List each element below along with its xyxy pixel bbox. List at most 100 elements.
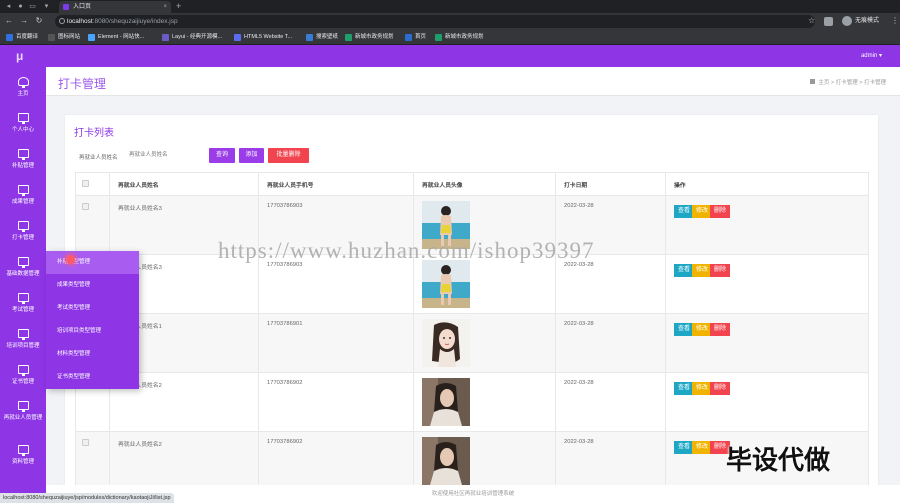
- sidebar-item-label: 再就业人员管理: [3, 415, 43, 421]
- url-host: localhost: [67, 18, 93, 25]
- sidebar-item-label: 成果管理: [11, 199, 34, 205]
- bookmark-item[interactable]: Element - 网站快...: [88, 30, 144, 45]
- edit-button[interactable]: 修改: [692, 323, 713, 336]
- sidebar-item-basic-data[interactable]: 基础数据管理: [0, 251, 46, 287]
- monitor-icon: [17, 401, 29, 412]
- footer: 欢迎使用社区再就业培训管理系统: [46, 485, 900, 503]
- row-checkbox[interactable]: [82, 203, 89, 210]
- table-row: 再就业人员姓名2 17703786902 2022-03-28 查看 修改 删除: [75, 372, 869, 432]
- sidebar-item-checkin[interactable]: 打卡管理: [0, 215, 46, 251]
- bookmark-star-icon[interactable]: ☆: [808, 16, 815, 25]
- bookmark-item[interactable]: 百度翻译: [6, 30, 38, 45]
- bookmark-item[interactable]: Layui - 经典开源模...: [162, 30, 222, 45]
- batch-delete-button[interactable]: 批量删除: [268, 148, 309, 163]
- sidebar-item-certificate[interactable]: 证书管理: [0, 359, 46, 395]
- edit-button[interactable]: 修改: [692, 382, 713, 395]
- bookmark-label: 百度翻译: [16, 34, 39, 40]
- monitor-icon: [17, 365, 29, 376]
- submenu-material-type[interactable]: 材料类型管理: [46, 343, 139, 366]
- delete-button[interactable]: 删除: [710, 323, 731, 336]
- breadcrumb-section[interactable]: 打卡管理: [836, 80, 858, 86]
- sidebar-item-training[interactable]: 培训项目管理: [0, 323, 46, 359]
- delete-button[interactable]: 删除: [710, 264, 731, 277]
- add-button[interactable]: 添加: [239, 148, 264, 163]
- forward-icon[interactable]: →: [19, 16, 29, 26]
- monitor-icon: [17, 221, 29, 232]
- search-input[interactable]: [129, 148, 203, 162]
- bookmark-item[interactable]: HTML5 Website T...: [234, 30, 292, 45]
- bookmark-label: 图标网站: [58, 34, 81, 40]
- sidebar-item-home[interactable]: 主页: [0, 71, 46, 107]
- row-checkbox[interactable]: [82, 439, 89, 446]
- actions-cell: 查看 修改 删除: [665, 372, 869, 432]
- delete-button[interactable]: 删除: [710, 205, 731, 218]
- column-header: 再就业人员姓名: [109, 172, 259, 196]
- view-button[interactable]: 查看: [674, 264, 695, 277]
- avatar-cell: [413, 372, 556, 432]
- bookmark-item[interactable]: 首页: [405, 30, 426, 45]
- sidebar-item-results[interactable]: 成果管理: [0, 179, 46, 215]
- window-menu-icon[interactable]: ◂: [4, 2, 13, 11]
- checkin-table: 再就业人员姓名 再就业人员手机号 再就业人员头像 打卡日期 操作 再就业人员姓名…: [75, 172, 869, 485]
- edit-button[interactable]: 修改: [692, 264, 713, 277]
- sidebar-item-profile[interactable]: 个人中心: [0, 107, 46, 143]
- delete-button[interactable]: 删除: [710, 382, 731, 395]
- profile-icon[interactable]: ●: [16, 2, 25, 11]
- reload-icon[interactable]: ↻: [34, 16, 44, 26]
- sidebar-item-label: 资料管理: [11, 459, 34, 465]
- query-button[interactable]: 查询: [209, 148, 235, 163]
- edit-button[interactable]: 修改: [692, 205, 713, 218]
- breadcrumb-current: 打卡管理: [863, 80, 886, 86]
- tab-search-icon[interactable]: ▭: [28, 2, 37, 11]
- monitor-icon: [17, 149, 29, 160]
- submenu-certificate-type[interactable]: 证书类型管理: [46, 366, 139, 389]
- edit-button[interactable]: 修改: [692, 441, 713, 454]
- bookmark-icon: [345, 34, 352, 41]
- browser-tab[interactable]: 入口页 ×: [59, 1, 171, 13]
- close-tab-icon[interactable]: ×: [163, 1, 167, 13]
- bookmark-icon: [48, 34, 55, 41]
- submenu-subsidy-type[interactable]: 补贴类型管理: [46, 251, 139, 274]
- view-button[interactable]: 查看: [674, 382, 695, 395]
- browser-menu-icon[interactable]: ⋮: [891, 16, 899, 25]
- bookmark-icon: [435, 34, 442, 41]
- new-tab-icon[interactable]: +: [176, 0, 181, 12]
- sidebar-item-label: 主页: [17, 91, 29, 97]
- card-title: 打卡列表: [74, 128, 114, 139]
- back-icon[interactable]: ←: [4, 16, 14, 26]
- column-header: 再就业人员头像: [413, 172, 556, 196]
- tab-favicon-icon: [63, 4, 69, 10]
- tab-list-icon[interactable]: ▾: [42, 2, 51, 11]
- sidebar-item-label: 基础数据管理: [6, 271, 40, 277]
- sidebar-item-materials[interactable]: 资料管理: [0, 439, 46, 475]
- sidebar-item-exam[interactable]: 考试管理: [0, 287, 46, 323]
- address-bar[interactable]: localhost:8080/shequzaijiuye/index.jsp: [55, 15, 815, 28]
- submenu-result-type[interactable]: 成果类型管理: [46, 274, 139, 297]
- user-menu[interactable]: admin ▾: [861, 52, 882, 59]
- bookmark-item[interactable]: 搜索壁纸: [306, 30, 338, 45]
- sidebar-item-label: 补贴管理: [11, 163, 34, 169]
- row-select-cell[interactable]: [75, 431, 110, 485]
- bookmark-item[interactable]: 新城市政务规划: [345, 30, 394, 45]
- bookmark-item[interactable]: 新城市政务规划: [435, 30, 484, 45]
- submenu-exam-type[interactable]: 考试类型管理: [46, 297, 139, 320]
- list-card: 打卡列表 再就业人员姓名 查询 添加 批量删除 再就业人员姓名 再就业人员手机号…: [65, 115, 878, 485]
- header-select-all[interactable]: [75, 172, 110, 196]
- select-all-checkbox[interactable]: [82, 179, 89, 187]
- row-select-cell[interactable]: [75, 195, 110, 255]
- view-button[interactable]: 查看: [674, 323, 695, 336]
- breadcrumb-home[interactable]: 主页: [818, 80, 829, 86]
- incognito-profile[interactable]: 无痕模式: [842, 16, 879, 27]
- submenu-training-type[interactable]: 培训项目类型管理: [46, 320, 139, 343]
- extensions-icon[interactable]: [824, 17, 833, 26]
- view-button[interactable]: 查看: [674, 441, 695, 454]
- sidebar-item-reemployed[interactable]: 再就业人员管理: [0, 395, 46, 431]
- sidebar-item-label: 证书管理: [11, 379, 34, 385]
- sidebar-item-subsidy[interactable]: 补贴管理: [0, 143, 46, 179]
- view-button[interactable]: 查看: [674, 205, 695, 218]
- bookmark-item[interactable]: 图标网站: [48, 30, 80, 45]
- tab-title: 入口页: [73, 4, 92, 10]
- sidebar-item-label: 个人中心: [11, 127, 34, 133]
- incognito-icon: [842, 16, 852, 26]
- site-info-icon[interactable]: [59, 18, 65, 24]
